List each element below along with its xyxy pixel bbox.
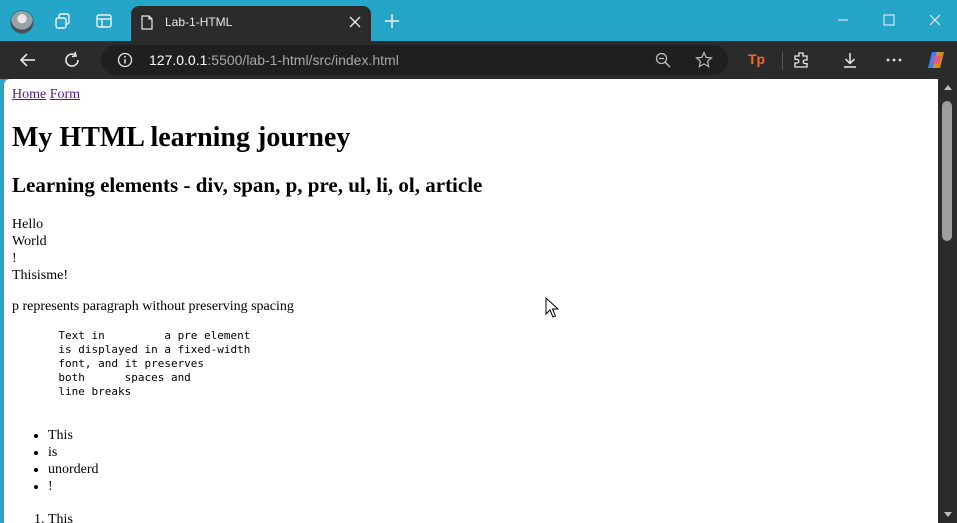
- nav-link-home[interactable]: Home: [12, 87, 46, 102]
- pre-block: Text in a pre element is displayed in a …: [58, 329, 251, 398]
- plus-icon[interactable]: [384, 13, 400, 29]
- text-line: Hello: [12, 217, 44, 232]
- nav-links: Home Form: [12, 87, 932, 103]
- list-item: This: [48, 511, 932, 523]
- list-item: This: [48, 427, 932, 444]
- back-icon[interactable]: [19, 51, 37, 69]
- text-line: Thisisme!: [12, 268, 68, 283]
- nav-link-form[interactable]: Form: [50, 87, 80, 102]
- tab-title: Lab-1-HTML: [165, 15, 233, 29]
- extensions-icon[interactable]: [792, 51, 810, 69]
- title-bar: Lab-1-HTML: [0, 0, 957, 41]
- scroll-up-arrow-icon[interactable]: [944, 85, 952, 90]
- tab-active[interactable]: Lab-1-HTML: [131, 6, 371, 41]
- scroll-down-arrow-icon[interactable]: [944, 512, 952, 517]
- minimize-icon[interactable]: [836, 13, 850, 27]
- scroll-thumb[interactable]: [942, 101, 952, 241]
- ordered-list: This: [12, 511, 932, 523]
- toolbar: 127.0.0.1:5500/lab-1-html/src/index.html…: [0, 41, 957, 79]
- url-text[interactable]: 127.0.0.1:5500/lab-1-html/src/index.html: [149, 52, 399, 68]
- address-bar[interactable]: 127.0.0.1:5500/lab-1-html/src/index.html: [101, 45, 728, 75]
- copilot-icon[interactable]: [926, 50, 946, 70]
- info-icon[interactable]: [117, 52, 133, 68]
- workspaces-icon[interactable]: [54, 12, 72, 30]
- close-icon[interactable]: [349, 16, 361, 28]
- list-item: unorderd: [48, 461, 932, 478]
- list-item: !: [48, 478, 932, 495]
- scrollbar[interactable]: [938, 79, 957, 523]
- text-line: World: [12, 234, 47, 249]
- maximize-icon[interactable]: [882, 13, 896, 27]
- page-viewport: Home Form My HTML learning journey Learn…: [4, 79, 938, 523]
- url-path: :5500/lab-1-html/src/index.html: [207, 52, 399, 68]
- tab-actions-icon[interactable]: [95, 12, 113, 30]
- zoom-out-icon[interactable]: [655, 52, 671, 68]
- text-line: !: [12, 251, 17, 266]
- page-content: Home Form My HTML learning journey Learn…: [12, 87, 932, 523]
- star-icon[interactable]: [695, 51, 713, 69]
- profile-avatar[interactable]: [10, 10, 34, 34]
- toolbar-separator: [782, 52, 783, 70]
- page-subheading: Learning elements - div, span, p, pre, u…: [12, 173, 483, 197]
- url-host: 127.0.0.1: [149, 52, 208, 68]
- download-icon[interactable]: [841, 51, 859, 69]
- unordered-list: This is unorderd !: [12, 427, 932, 495]
- close-window-icon[interactable]: [928, 13, 942, 27]
- extension-tp-icon[interactable]: Tp: [748, 51, 765, 67]
- document-icon: [141, 15, 153, 30]
- refresh-icon[interactable]: [63, 51, 81, 69]
- page-heading: My HTML learning journey: [12, 122, 351, 153]
- list-item: is: [48, 444, 932, 461]
- more-icon[interactable]: [885, 51, 903, 69]
- text-lines: Hello World ! Thisisme!: [12, 216, 932, 284]
- mouse-cursor-icon: [545, 297, 559, 318]
- paragraph: p represents paragraph without preservin…: [12, 299, 294, 314]
